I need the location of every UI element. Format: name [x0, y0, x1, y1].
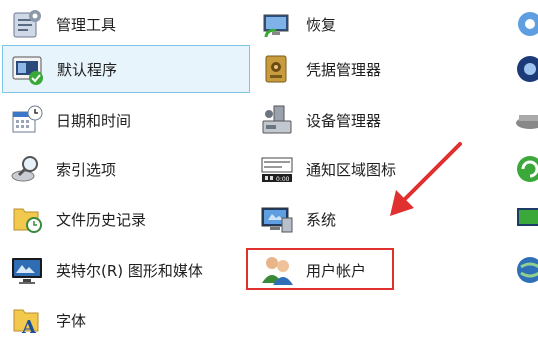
- indexing-options-icon: [10, 152, 44, 186]
- item-label: 用户帐户: [306, 261, 367, 280]
- admin-tools-icon: [10, 7, 44, 41]
- fonts-icon: A: [10, 303, 44, 337]
- item-recovery[interactable]: 恢复: [252, 0, 492, 48]
- date-time-icon: [10, 103, 44, 137]
- user-accounts-icon: [260, 253, 294, 287]
- item-label: 文件历史记录: [56, 210, 147, 229]
- recovery-icon: [260, 7, 294, 41]
- system-icon: [260, 202, 294, 236]
- partial-icon-1: [513, 7, 538, 41]
- item-label: 恢复: [306, 15, 337, 34]
- item-default-programs[interactable]: 默认程序: [2, 45, 250, 93]
- partial-item-4[interactable]: [505, 145, 538, 193]
- item-label: 英特尔(R) 图形和媒体: [56, 261, 203, 280]
- item-label: 日期和时间: [56, 111, 132, 130]
- red-arrow-icon: [390, 142, 462, 216]
- partial-item-6[interactable]: [505, 246, 538, 294]
- svg-text:0:00: 0:00: [276, 176, 290, 183]
- notification-area-icon: 0:00: [260, 152, 294, 186]
- item-label: 管理工具: [56, 15, 117, 34]
- default-programs-icon: [11, 52, 45, 86]
- item-label: 字体: [56, 311, 87, 330]
- svg-text:A: A: [21, 317, 37, 337]
- item-admin-tools[interactable]: 管理工具: [2, 0, 250, 48]
- partial-item-2[interactable]: [505, 45, 538, 93]
- item-label: 系统: [306, 210, 337, 229]
- item-label: 凭据管理器: [306, 60, 382, 79]
- item-label: 设备管理器: [306, 111, 382, 130]
- partial-icon-5: [513, 202, 538, 236]
- item-indexing-options[interactable]: 索引选项: [2, 145, 250, 193]
- item-label: 默认程序: [57, 60, 118, 79]
- partial-icon-4: [513, 152, 538, 186]
- item-user-accounts[interactable]: 用户帐户: [252, 246, 492, 294]
- item-credential-manager[interactable]: 凭据管理器: [252, 45, 492, 93]
- item-file-history[interactable]: 文件历史记录: [2, 195, 250, 243]
- item-date-time[interactable]: 日期和时间: [2, 96, 250, 144]
- intel-graphics-icon: [10, 253, 44, 287]
- item-label: 索引选项: [56, 160, 117, 179]
- partial-item-3[interactable]: [505, 96, 538, 144]
- partial-item-1[interactable]: [505, 0, 538, 48]
- file-history-icon: [10, 202, 44, 236]
- item-device-manager[interactable]: 设备管理器: [252, 96, 492, 144]
- partial-icon-3: [513, 103, 538, 137]
- credential-manager-icon: [260, 52, 294, 86]
- partial-icon-2: [513, 52, 538, 86]
- item-fonts[interactable]: A 字体: [2, 296, 250, 344]
- item-intel-graphics[interactable]: 英特尔(R) 图形和媒体: [2, 246, 250, 294]
- partial-icon-6: [513, 253, 538, 287]
- device-manager-icon: [260, 103, 294, 137]
- partial-item-5[interactable]: [505, 195, 538, 243]
